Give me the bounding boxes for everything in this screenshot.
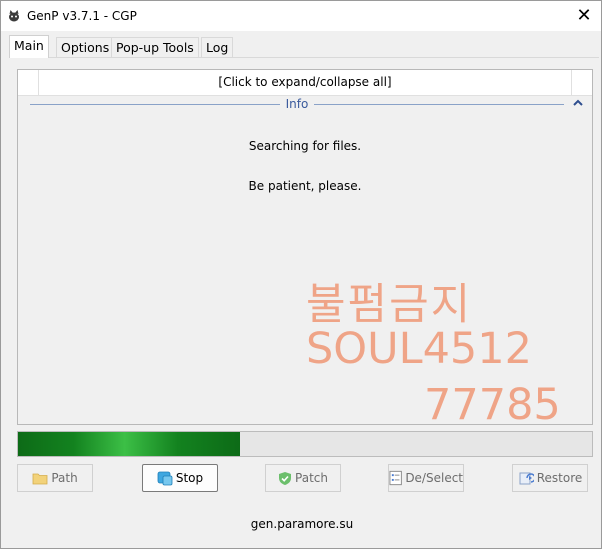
stop-icon [157,471,173,486]
tab-main[interactable]: Main [9,35,49,58]
restore-icon [519,472,534,485]
deselect-button-label: De/Select [405,471,463,485]
patch-button[interactable]: Patch [265,464,341,492]
title-bar: GenP v3.7.1 - CGP ✕ [1,1,601,31]
group-header-line-right [314,104,564,105]
deselect-button[interactable]: De/Select [388,464,464,492]
progress-bar [17,431,593,457]
close-icon: ✕ [576,5,592,26]
watermark-line-1: 불펌금지 [306,280,473,330]
checklist-icon [389,470,402,486]
tab-popup-tools[interactable]: Pop-up Tools [111,37,199,57]
close-button[interactable]: ✕ [573,5,595,27]
stop-button-label: Stop [175,471,204,485]
genp-window: GenP v3.7.1 - CGP ✕ Main Options Pop-up … [0,0,602,549]
status-message-searching: Searching for files. [248,139,362,153]
restore-button-label: Restore [536,471,583,485]
restore-button[interactable]: Restore [512,464,588,492]
progress-bar-fill [18,432,240,456]
expand-collapse-bar[interactable]: [Click to expand/collapse all] [18,70,592,96]
path-button[interactable]: Path [17,464,93,492]
watermark-line-2: SOUL4512 [306,324,533,374]
tab-options[interactable]: Options [56,37,115,57]
expand-collapse-all-label[interactable]: [Click to expand/collapse all] [18,75,592,89]
folder-icon [32,473,48,485]
tab-log[interactable]: Log [201,37,234,57]
window-title: GenP v3.7.1 - CGP [27,9,137,23]
info-panel: [Click to expand/collapse all] Info Sear… [17,69,593,430]
tab-strip: Main Options Pop-up Tools Log [9,35,599,58]
patch-button-label: Patch [295,471,328,485]
path-button-label: Path [51,471,78,485]
footer-link[interactable]: gen.paramore.su [1,517,602,531]
info-group-title: Info [285,97,309,111]
cat-app-icon [9,10,19,22]
watermark-line-3: 77785 [424,380,561,430]
shield-check-icon [279,471,292,485]
chevron-up-icon[interactable] [571,96,585,110]
status-message-patience: Be patient, please. [248,179,362,193]
stop-button[interactable]: Stop [142,464,218,492]
group-header-line-left [30,104,280,105]
